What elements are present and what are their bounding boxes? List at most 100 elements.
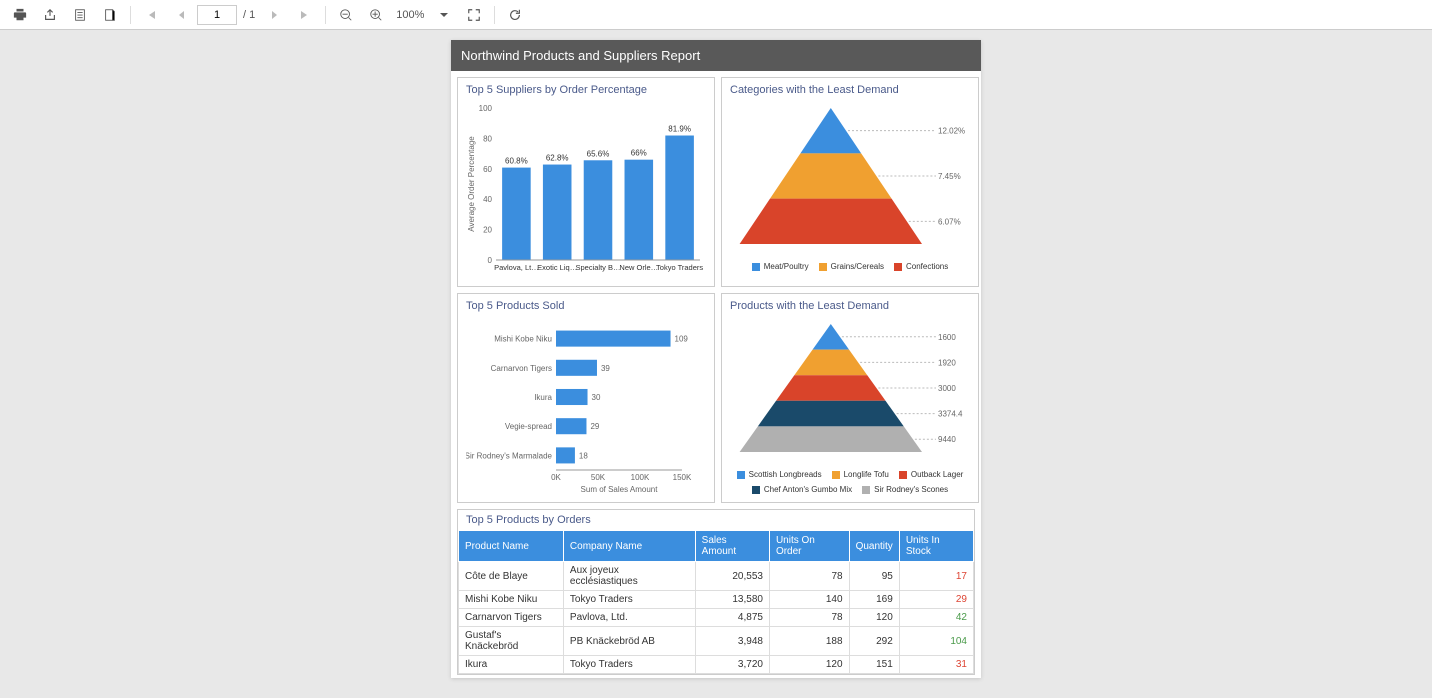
panel-title: Top 5 Suppliers by Order Percentage: [466, 84, 706, 96]
document-map-icon[interactable]: [66, 3, 94, 27]
svg-text:109: 109: [675, 335, 689, 344]
chart-products-low: 1600 1920 3000 3374.4 9440: [730, 316, 970, 466]
separator: [130, 6, 131, 24]
table-row: Gustaf's KnäckebrödPB Knäckebröd AB 3,94…: [459, 627, 974, 656]
refresh-icon[interactable]: [501, 3, 529, 27]
panel-title: Top 5 Products Sold: [466, 300, 706, 312]
svg-text:40: 40: [483, 195, 492, 204]
svg-text:0K: 0K: [551, 473, 561, 482]
svg-text:1600: 1600: [938, 333, 956, 342]
table-header: Quantity: [849, 531, 899, 562]
table-header: Units On Order: [769, 531, 849, 562]
svg-text:9440: 9440: [938, 435, 956, 444]
legend-categories-low: Meat/Poultry Grains/Cereals Confections: [730, 262, 970, 271]
zoom-out-icon[interactable]: [332, 3, 360, 27]
svg-text:100: 100: [479, 104, 493, 113]
svg-text:Vegie-spread: Vegie-spread: [505, 422, 552, 431]
table-header: Sales Amount: [695, 531, 769, 562]
table-header: Units In Stock: [899, 531, 973, 562]
svg-text:Sir Rodney's Marmalade: Sir Rodney's Marmalade: [466, 451, 553, 460]
svg-text:Exotic Liq…: Exotic Liq…: [537, 263, 577, 272]
svg-text:6.07%: 6.07%: [938, 217, 961, 226]
panel-top-suppliers: Top 5 Suppliers by Order Percentage 0 20 4…: [457, 77, 715, 287]
last-page-icon[interactable]: [291, 3, 319, 27]
table-row: Mishi Kobe NikuTokyo Traders 13,580140 1…: [459, 591, 974, 609]
table-header: Product Name: [459, 531, 564, 562]
panel-categories-low: Categories with the Least Demand 12.02% 7…: [721, 77, 979, 287]
svg-text:Tokyo Traders: Tokyo Traders: [656, 263, 703, 272]
svg-text:18: 18: [579, 451, 588, 460]
panel-top-orders: Top 5 Products by Orders Product NameCom…: [457, 509, 975, 675]
report-title: Northwind Products and Suppliers Report: [451, 40, 981, 71]
svg-text:65.6%: 65.6%: [587, 149, 610, 158]
table-row: Côte de BlayeAux joyeux ecclésiastiques …: [459, 562, 974, 591]
svg-text:Carnarvon Tigers: Carnarvon Tigers: [491, 364, 552, 373]
svg-text:Sum of Sales Amount: Sum of Sales Amount: [581, 485, 659, 494]
next-page-icon[interactable]: [261, 3, 289, 27]
chart-products-sold: 109 Mishi Kobe Niku 39 Carnarvon Tigers 30 Ik…: [466, 316, 706, 496]
panel-products-low: Products with the Least Demand 1600 1920 3…: [721, 293, 979, 503]
chart-categories-low: 12.02% 7.45% 6.07%: [730, 100, 970, 258]
svg-text:39: 39: [601, 364, 610, 373]
zoom-dropdown-icon[interactable]: [430, 3, 458, 27]
export-icon[interactable]: [36, 3, 64, 27]
legend-item: Scottish Longbreads: [737, 470, 822, 479]
separator: [325, 6, 326, 24]
legend-item: Outback Lager: [899, 470, 963, 479]
svg-text:80: 80: [483, 134, 492, 143]
svg-text:Average Order Percentage: Average Order Percentage: [467, 136, 476, 232]
page-number-input[interactable]: [197, 5, 237, 25]
legend-products-low: Scottish Longbreads Longlife Tofu Outback …: [730, 470, 970, 494]
svg-text:12.02%: 12.02%: [938, 127, 965, 136]
orders-table: Product NameCompany NameSales AmountUnit…: [458, 530, 974, 674]
svg-text:New Orle…: New Orle…: [619, 263, 658, 272]
panel-title: Top 5 Products by Orders: [458, 510, 974, 530]
fullscreen-icon[interactable]: [460, 3, 488, 27]
svg-text:1920: 1920: [938, 358, 956, 367]
svg-text:30: 30: [592, 393, 601, 402]
report-page: Northwind Products and Suppliers Report …: [451, 40, 981, 678]
svg-text:150K: 150K: [673, 473, 692, 482]
table-row: IkuraTokyo Traders 3,720120 15131: [459, 656, 974, 674]
print-icon[interactable]: [6, 3, 34, 27]
legend-item: Grains/Cereals: [819, 262, 884, 271]
svg-text:3000: 3000: [938, 384, 956, 393]
svg-text:66%: 66%: [631, 149, 647, 158]
panel-title: Categories with the Least Demand: [730, 84, 970, 96]
report-viewport[interactable]: Northwind Products and Suppliers Report …: [0, 30, 1432, 698]
svg-text:20: 20: [483, 226, 492, 235]
svg-text:50K: 50K: [591, 473, 606, 482]
svg-text:Specialty B…: Specialty B…: [575, 263, 620, 272]
chart-top-suppliers: 0 20 40 60 80 100 Average Order Percentage 60.8…: [466, 100, 706, 280]
panel-products-sold: Top 5 Products Sold 109 Mishi Kobe Niku 39…: [457, 293, 715, 503]
zoom-level-label: 100%: [392, 9, 428, 21]
legend-item: Longlife Tofu: [832, 470, 889, 479]
report-body: Top 5 Suppliers by Order Percentage 0 20 4…: [451, 71, 981, 681]
svg-text:Pavlova, Lt…: Pavlova, Lt…: [494, 263, 539, 272]
panel-title: Products with the Least Demand: [730, 300, 970, 312]
legend-item: Chef Anton's Gumbo Mix: [752, 485, 852, 494]
report-toolbar: / 1 100%: [0, 0, 1432, 30]
svg-text:60: 60: [483, 165, 492, 174]
svg-text:0: 0: [488, 256, 493, 265]
legend-item: Sir Rodney's Scones: [862, 485, 948, 494]
svg-text:60.8%: 60.8%: [505, 157, 528, 166]
prev-page-icon[interactable]: [167, 3, 195, 27]
svg-text:7.45%: 7.45%: [938, 172, 961, 181]
svg-text:Mishi Kobe Niku: Mishi Kobe Niku: [494, 335, 552, 344]
svg-text:Ikura: Ikura: [534, 393, 552, 402]
svg-text:29: 29: [590, 422, 599, 431]
page-total-label: / 1: [239, 9, 259, 21]
svg-text:100K: 100K: [631, 473, 650, 482]
legend-item: Meat/Poultry: [752, 262, 809, 271]
first-page-icon[interactable]: [137, 3, 165, 27]
svg-text:81.9%: 81.9%: [668, 125, 691, 134]
separator: [494, 6, 495, 24]
svg-text:62.8%: 62.8%: [546, 154, 569, 163]
zoom-in-icon[interactable]: [362, 3, 390, 27]
parameters-icon[interactable]: [96, 3, 124, 27]
svg-text:3374.4: 3374.4: [938, 410, 963, 419]
table-header: Company Name: [563, 531, 695, 562]
legend-item: Confections: [894, 262, 948, 271]
table-row: Carnarvon TigersPavlova, Ltd. 4,87578 12…: [459, 609, 974, 627]
